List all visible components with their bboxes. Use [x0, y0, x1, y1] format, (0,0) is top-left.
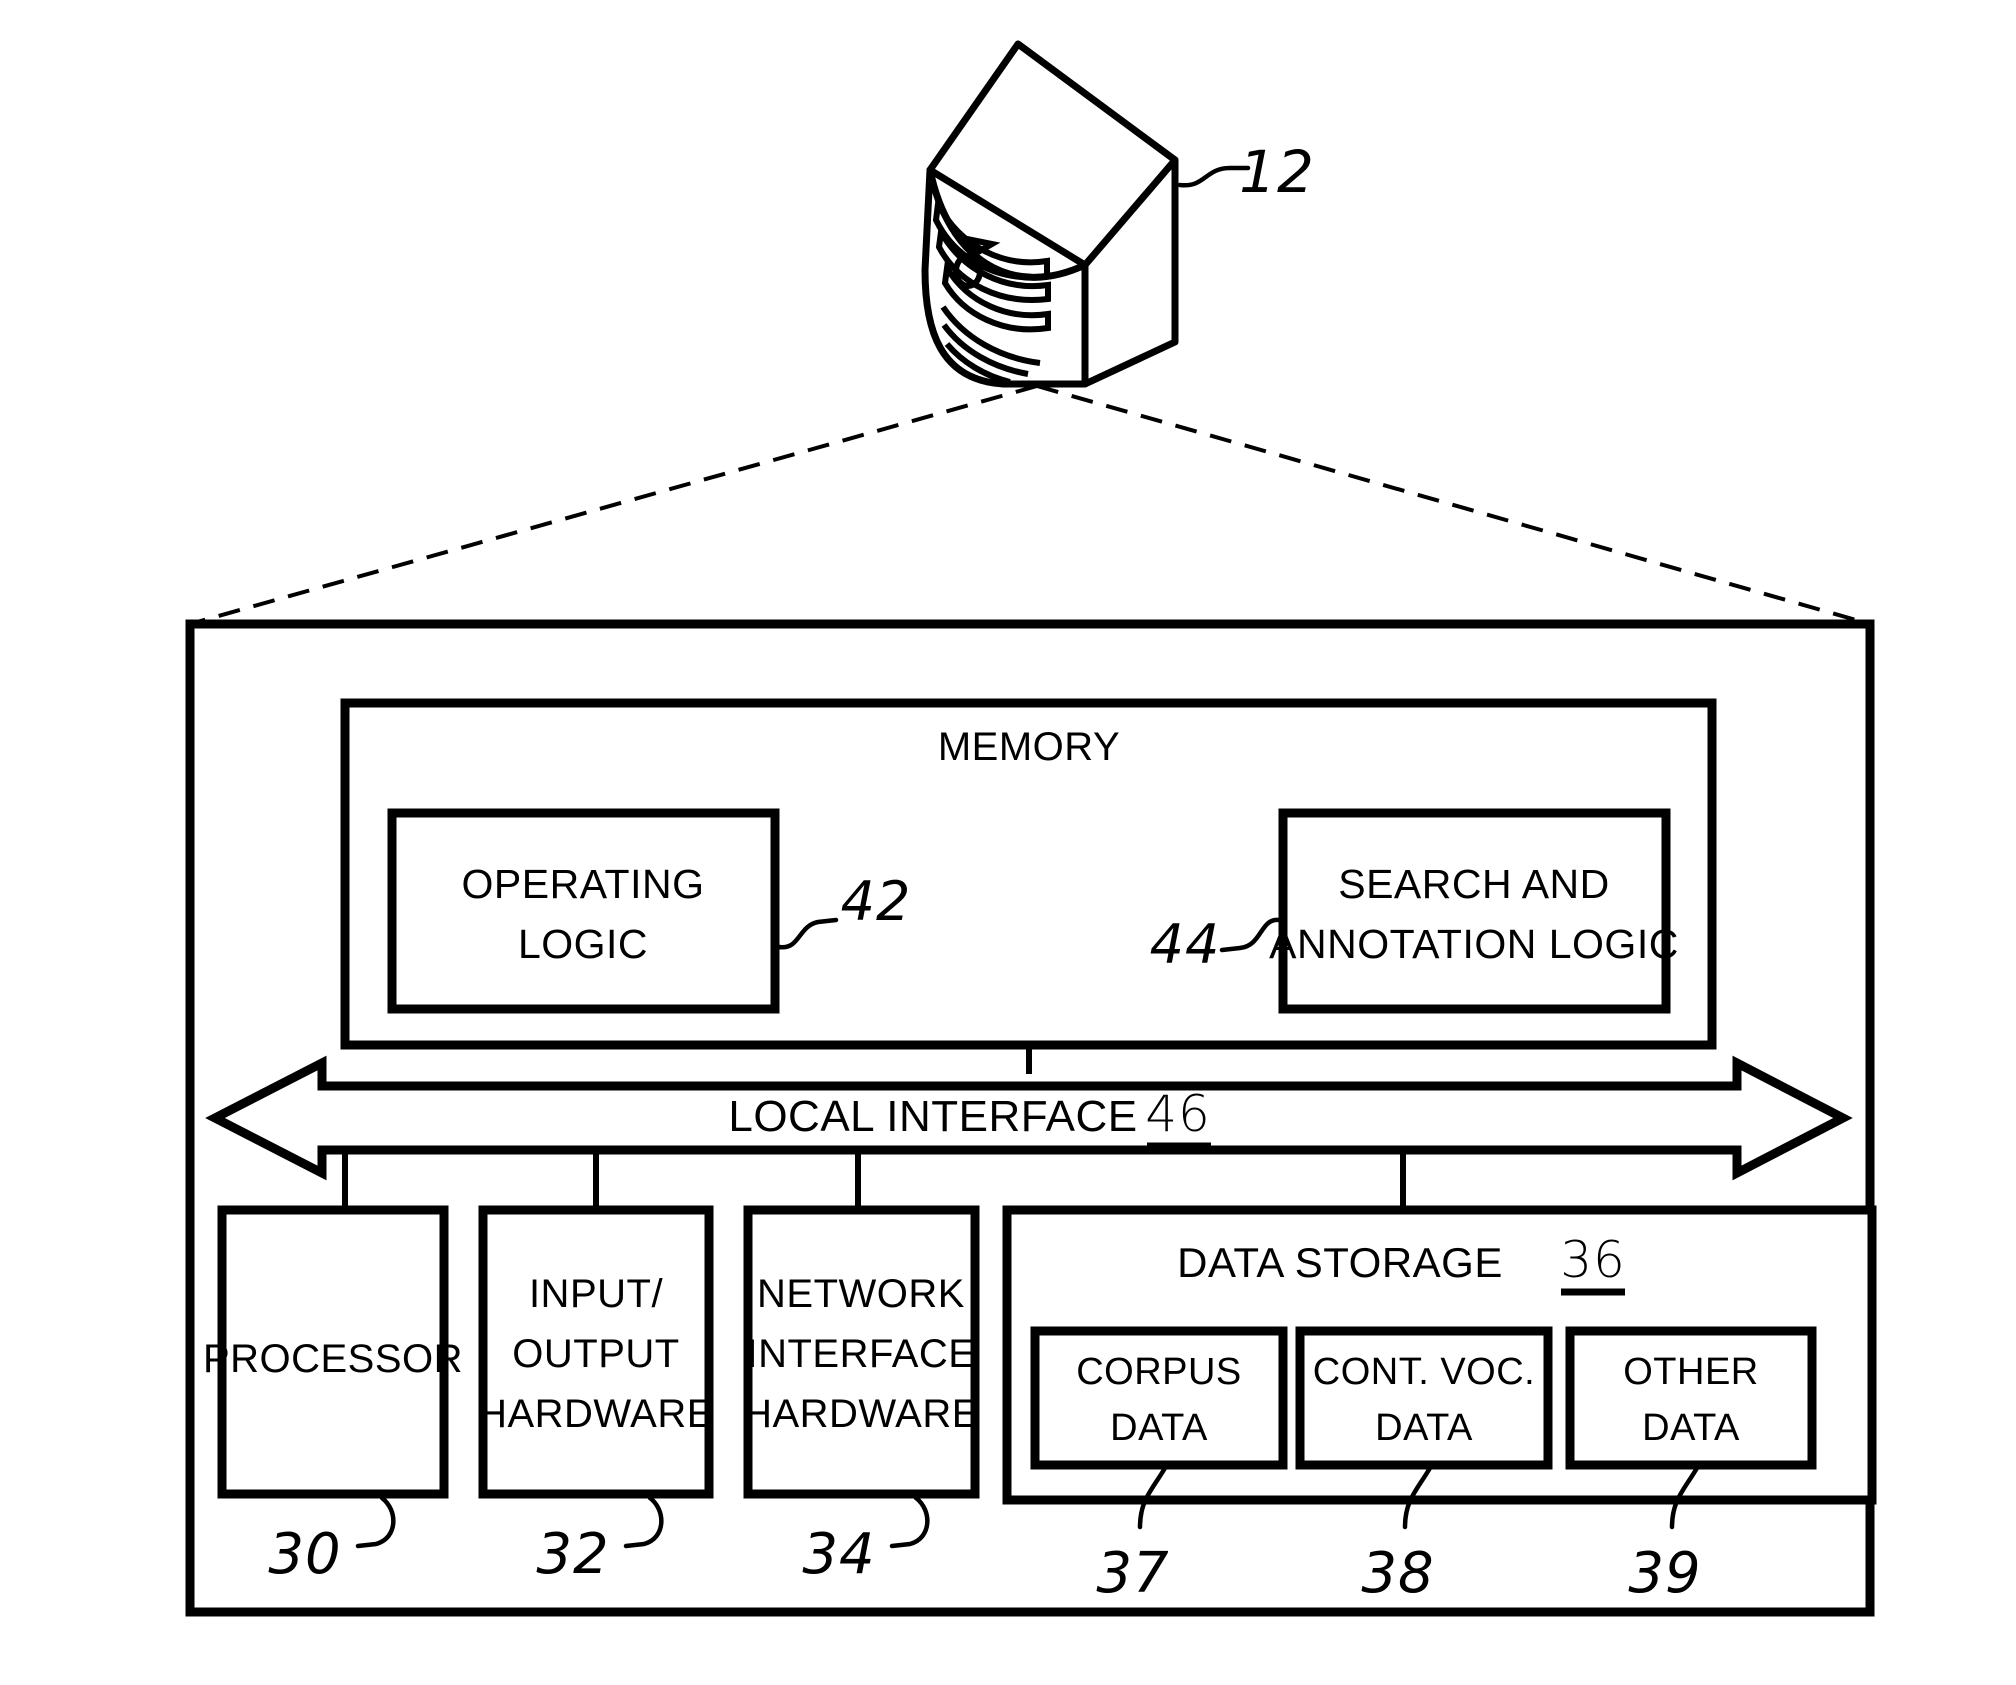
ref-number-36: 36 — [1560, 1231, 1626, 1289]
cont-voc-data-label-line2: DATA — [1375, 1407, 1473, 1449]
server-tower-icon — [921, 40, 1179, 388]
operating-logic-label-line2: LOGIC — [518, 921, 648, 967]
operating-logic-label-line1: OPERATING — [462, 861, 705, 907]
ref-number-42: 42 — [841, 870, 912, 933]
diagram-canvas: 12 MEMORY OPERATING LOGIC 42 SEARCH AND … — [185, 40, 1877, 1617]
ref-number-30: 30 — [268, 1522, 341, 1587]
local-interface-label: LOCAL INTERFACE — [728, 1092, 1137, 1141]
ref-number-44: 44 — [1150, 913, 1221, 976]
search-annotation-logic-box — [1278, 808, 1671, 1014]
search-annotation-label-line1: SEARCH AND — [1338, 861, 1610, 907]
corpus-data-label-line1: CORPUS — [1076, 1351, 1242, 1393]
operating-logic-box — [387, 808, 780, 1014]
search-annotation-label-line2: ANNOTATION LOGIC — [1269, 921, 1679, 967]
io-hardware-label-line3: HARDWARE — [478, 1392, 714, 1436]
ref-number-12: 12 — [1239, 138, 1315, 206]
other-data-label-line1: OTHER — [1623, 1351, 1759, 1393]
ref-number-32: 32 — [536, 1522, 609, 1587]
expansion-callout-lines — [189, 384, 1871, 626]
cont-voc-data-label-line1: CONT. VOC. — [1313, 1351, 1535, 1393]
other-data-label-line2: DATA — [1642, 1407, 1740, 1449]
ref-number-38: 38 — [1361, 1541, 1434, 1606]
network-hardware-label-line3: HARDWARE — [743, 1392, 979, 1436]
network-hardware-label-line1: NETWORK — [757, 1272, 965, 1316]
ref-leader-12 — [1177, 165, 1251, 188]
ref-number-46: 46 — [1145, 1085, 1211, 1143]
io-hardware-label-line1: INPUT/ — [529, 1272, 664, 1316]
patent-figure: 12 MEMORY OPERATING LOGIC 42 SEARCH AND … — [0, 0, 2016, 1685]
ref-number-37: 37 — [1096, 1541, 1169, 1606]
data-storage-title: DATA STORAGE — [1177, 1239, 1503, 1286]
processor-label: PROCESSOR — [203, 1337, 463, 1381]
memory-title: MEMORY — [938, 725, 1120, 769]
network-hardware-label-line2: INTERFACE — [747, 1332, 976, 1376]
io-hardware-label-line2: OUTPUT — [512, 1332, 679, 1376]
ref-number-39: 39 — [1628, 1541, 1701, 1606]
corpus-data-label-line2: DATA — [1110, 1407, 1208, 1449]
ref-number-34: 34 — [802, 1522, 875, 1587]
